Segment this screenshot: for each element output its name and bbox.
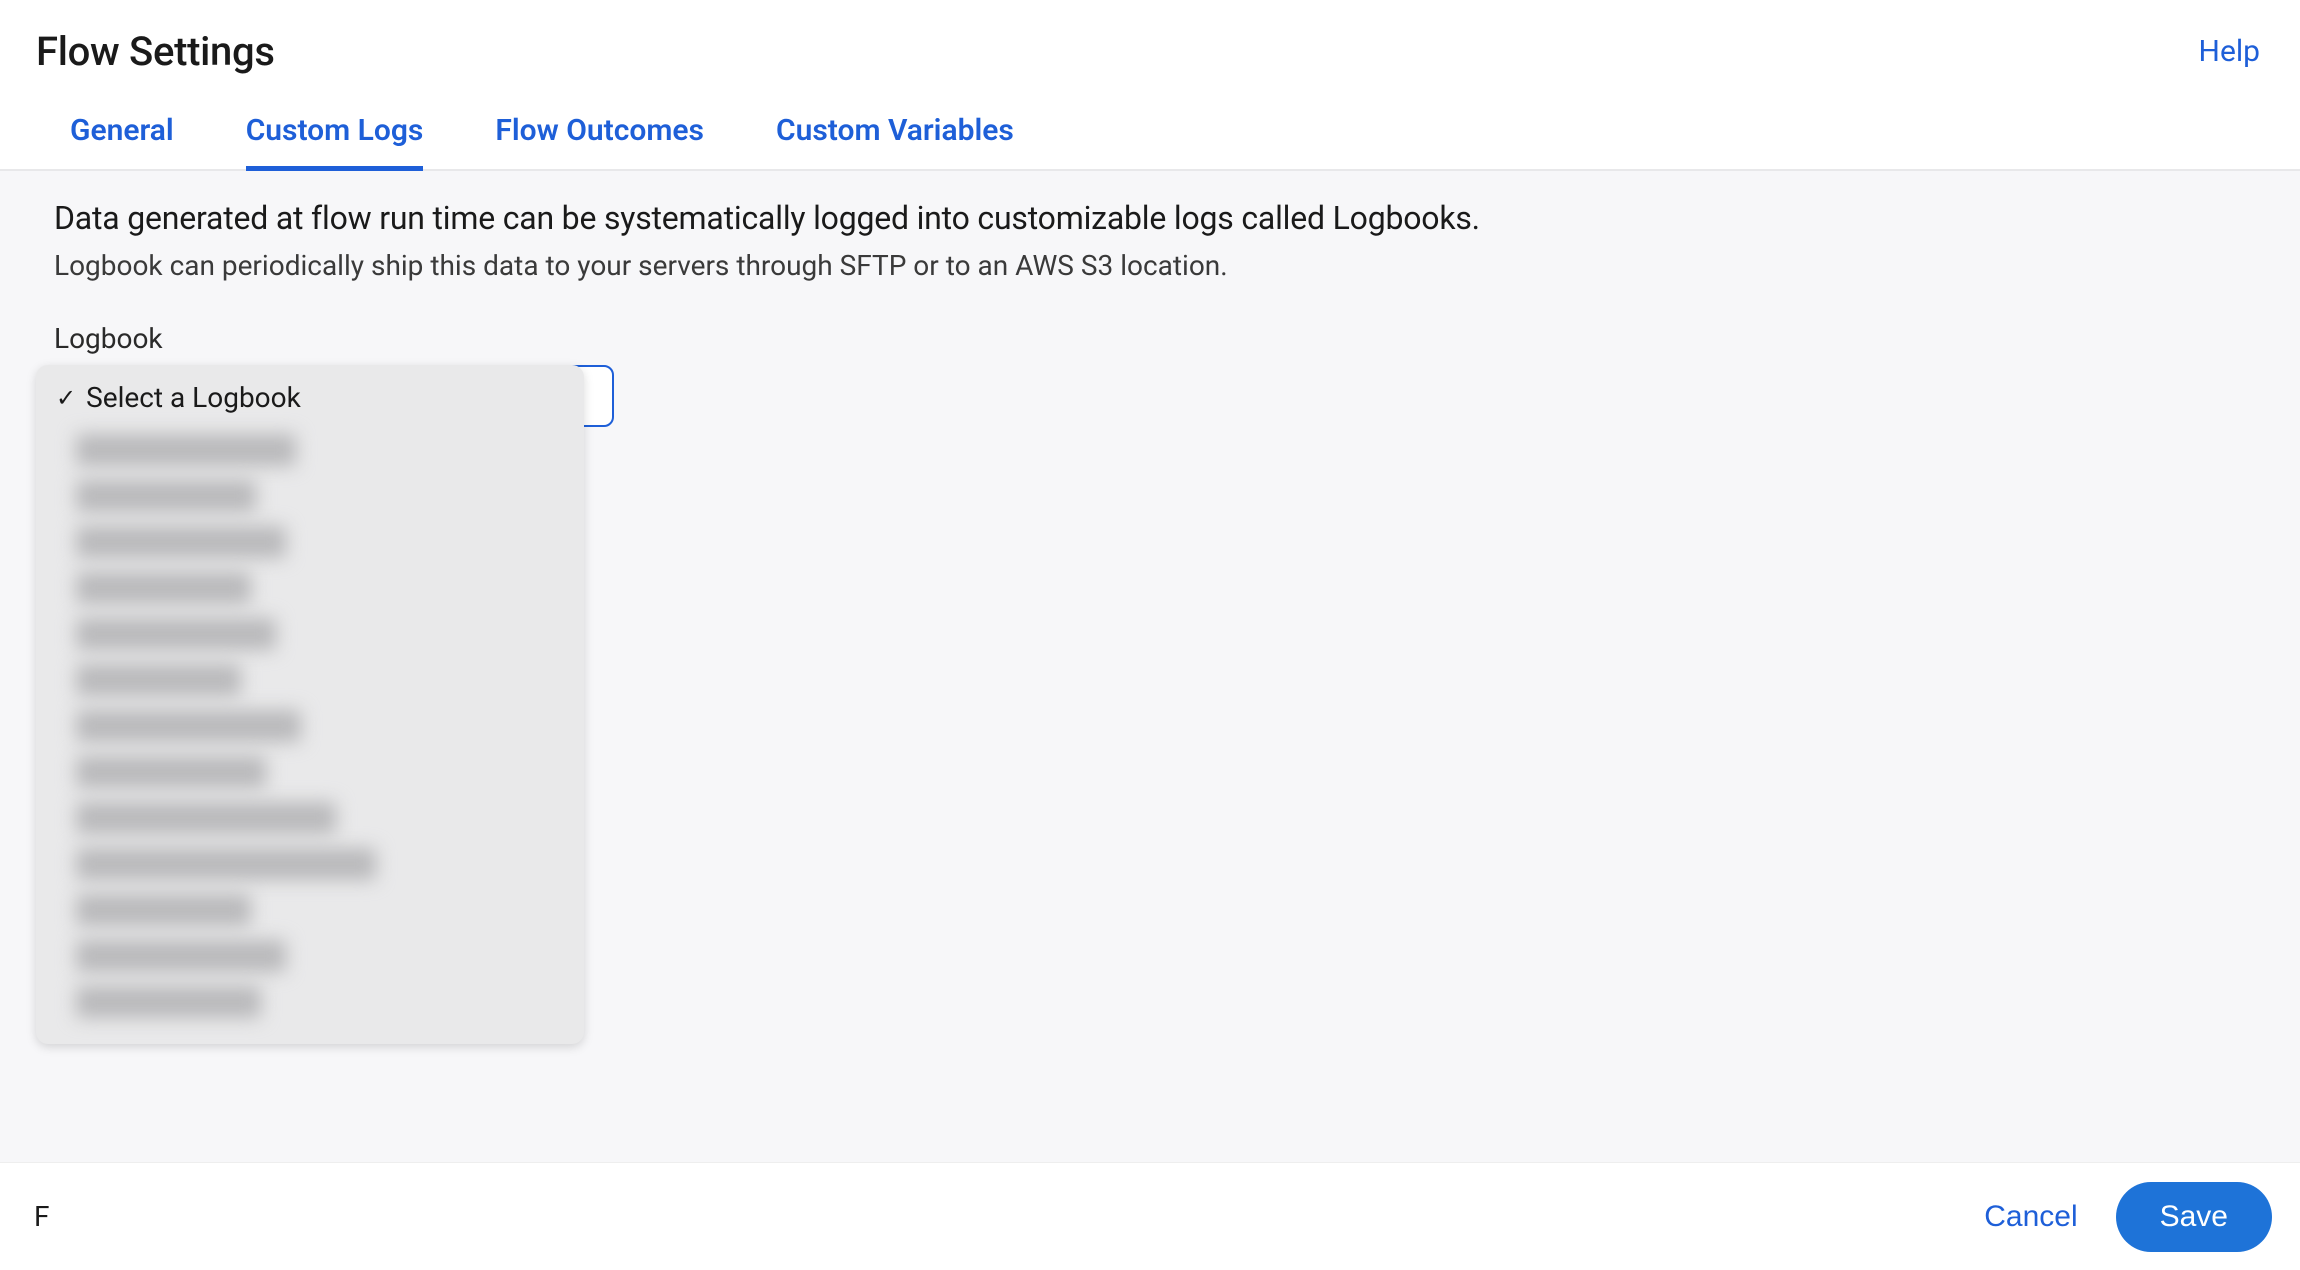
tabs-bar: General Custom Logs Flow Outcomes Custom… bbox=[0, 99, 2300, 171]
footer-left-text: F bbox=[34, 1200, 49, 1233]
logbook-dropdown-selected-option[interactable]: ✓ Select a Logbook bbox=[36, 365, 584, 428]
content-subheading: Logbook can periodically ship this data … bbox=[54, 249, 2260, 282]
tab-flow-outcomes[interactable]: Flow Outcomes bbox=[495, 99, 704, 171]
logbook-option-redacted[interactable] bbox=[76, 796, 584, 840]
page-header: Flow Settings Help bbox=[0, 0, 2300, 99]
logbook-dropdown: ✓ Select a Logbook bbox=[36, 365, 584, 1044]
logbook-option-redacted[interactable] bbox=[76, 658, 584, 702]
logbook-option-redacted[interactable] bbox=[76, 474, 584, 518]
logbook-dropdown-selected-label: Select a Logbook bbox=[86, 381, 301, 414]
cancel-button[interactable]: Cancel bbox=[1984, 1200, 2077, 1234]
tab-custom-logs[interactable]: Custom Logs bbox=[246, 99, 424, 171]
check-icon: ✓ bbox=[56, 386, 76, 410]
footer-actions: Cancel Save bbox=[1984, 1182, 2272, 1252]
logbook-option-redacted[interactable] bbox=[76, 612, 584, 656]
logbook-dropdown-options bbox=[36, 428, 584, 1044]
logbook-option-redacted[interactable] bbox=[76, 888, 584, 932]
logbook-option-redacted[interactable] bbox=[76, 428, 584, 472]
page-title: Flow Settings bbox=[36, 28, 275, 75]
logbook-option-redacted[interactable] bbox=[76, 842, 584, 886]
logbook-option-redacted[interactable] bbox=[76, 980, 584, 1024]
content-area: Data generated at flow run time can be s… bbox=[0, 171, 2300, 1191]
tab-custom-variables[interactable]: Custom Variables bbox=[776, 99, 1014, 171]
footer-bar: F Cancel Save bbox=[0, 1162, 2300, 1270]
tab-general[interactable]: General bbox=[70, 99, 174, 171]
logbook-option-redacted[interactable] bbox=[76, 934, 584, 978]
help-link[interactable]: Help bbox=[2199, 34, 2260, 69]
logbook-option-redacted[interactable] bbox=[76, 704, 584, 748]
content-heading: Data generated at flow run time can be s… bbox=[54, 199, 2260, 237]
save-button[interactable]: Save bbox=[2116, 1182, 2272, 1252]
logbook-option-redacted[interactable] bbox=[76, 566, 584, 610]
logbook-field-label: Logbook bbox=[54, 322, 2260, 355]
logbook-option-redacted[interactable] bbox=[76, 520, 584, 564]
logbook-option-redacted[interactable] bbox=[76, 750, 584, 794]
